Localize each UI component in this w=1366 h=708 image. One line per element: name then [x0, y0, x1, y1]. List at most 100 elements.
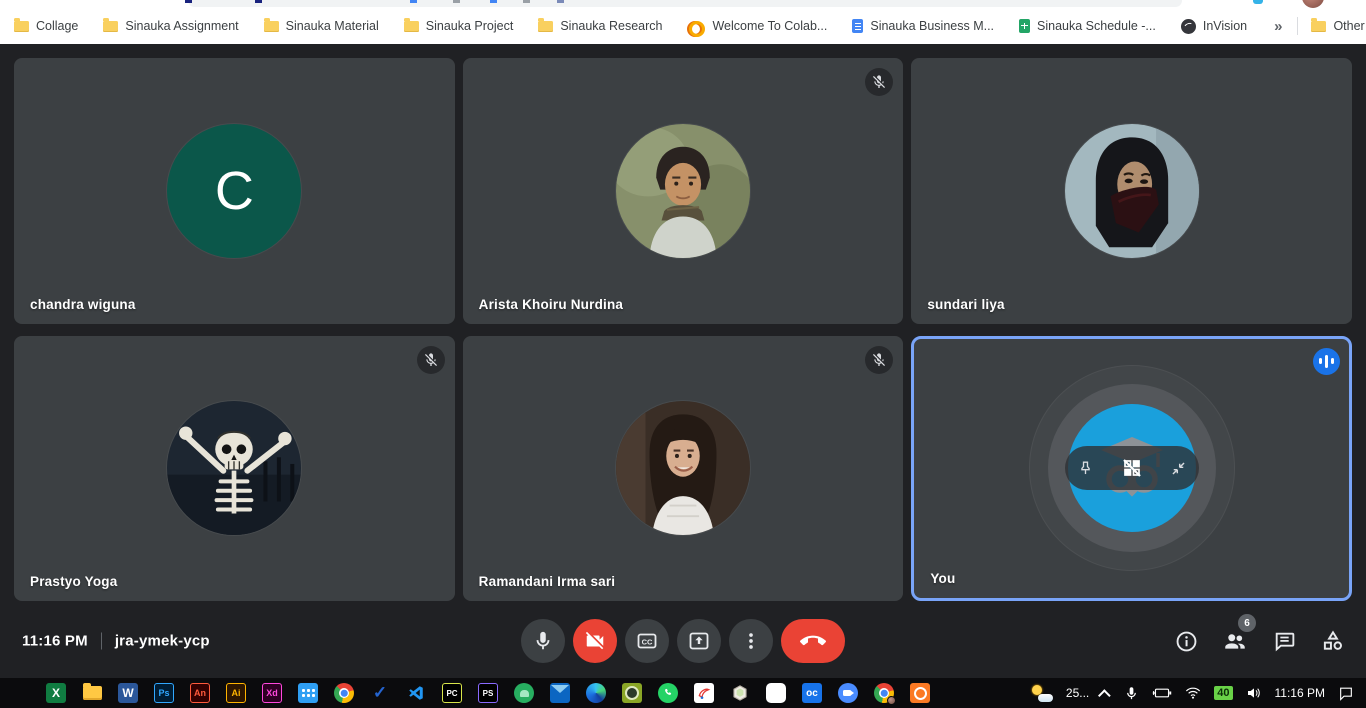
- google-doc-icon: [852, 19, 863, 33]
- battery-percent-badge[interactable]: 40: [1214, 686, 1232, 700]
- bookmark-label: Welcome To Colab...: [712, 19, 827, 33]
- present-button[interactable]: [677, 619, 721, 663]
- hexagon-glyph: [731, 684, 749, 702]
- bookmark-sinauka-research[interactable]: Sinauka Research: [538, 19, 662, 33]
- tray-chevron-up-icon[interactable]: [1098, 689, 1111, 702]
- bookmark-sinauka-material[interactable]: Sinauka Material: [264, 19, 379, 33]
- glyph: X: [52, 686, 60, 700]
- oc-app-icon[interactable]: oc: [802, 683, 822, 703]
- bookmarks-bar: Collage Sinauka Assignment Sinauka Mater…: [0, 8, 1366, 44]
- bookmark-sinauka-business[interactable]: Sinauka Business M...: [852, 19, 994, 33]
- photoshop-icon[interactable]: Ps: [154, 683, 174, 703]
- xampp-icon[interactable]: [910, 683, 930, 703]
- edge-icon[interactable]: [586, 683, 606, 703]
- call-controls: CC: [521, 619, 845, 663]
- initial-avatar: C: [167, 124, 301, 258]
- bookmarks-divider: [1297, 17, 1298, 35]
- start-button-icon[interactable]: [10, 683, 30, 703]
- tile-sundari-liya[interactable]: sundari liya: [911, 58, 1352, 324]
- action-center-icon[interactable]: [1338, 686, 1354, 701]
- microphone-button[interactable]: [521, 619, 565, 663]
- more-options-button[interactable]: [729, 619, 773, 663]
- weather-icon[interactable]: [1031, 685, 1053, 702]
- hexagon-app-icon[interactable]: [730, 683, 750, 703]
- wifi-icon[interactable]: [1185, 686, 1201, 700]
- captions-button[interactable]: CC: [625, 619, 669, 663]
- glyph: W: [122, 686, 133, 700]
- chrome-icon[interactable]: [334, 683, 354, 703]
- meet-control-bar: 11:16 PM jra-ymek-ycp CC: [0, 604, 1366, 678]
- address-bar-bottom-edge: [188, 0, 1182, 7]
- file-explorer-icon[interactable]: [82, 683, 102, 703]
- pin-icon[interactable]: [1076, 459, 1095, 478]
- system-tray: 25... 40 11:16 PM: [1031, 685, 1366, 702]
- hang-up-button[interactable]: [781, 619, 845, 663]
- word-icon[interactable]: W: [118, 683, 138, 703]
- mic-off-icon: [423, 352, 439, 368]
- vscode-icon[interactable]: [406, 683, 426, 703]
- slack-icon[interactable]: [766, 683, 786, 703]
- bookmarks-overflow-chevron-icon[interactable]: »: [1272, 18, 1284, 35]
- photo-avatar: [1065, 124, 1199, 258]
- chat-button[interactable]: [1271, 628, 1297, 654]
- meeting-code: jra-ymek-ycp: [115, 633, 210, 650]
- phpstorm-icon[interactable]: PS: [478, 683, 498, 703]
- tile-prastyo-yoga[interactable]: Prastyo Yoga: [14, 336, 455, 602]
- temperature[interactable]: 25...: [1066, 686, 1089, 700]
- speaker-icon[interactable]: [1246, 686, 1262, 700]
- bookmark-welcome-to-colab[interactable]: Welcome To Colab...: [687, 19, 827, 33]
- chrome-profile-icon[interactable]: [874, 683, 894, 703]
- minimize-icon[interactable]: [1169, 459, 1188, 478]
- chat-icon: [1272, 629, 1297, 654]
- bookmark-invision[interactable]: InVision: [1181, 19, 1247, 34]
- other-bookmarks-button[interactable]: Other bookmarks: [1311, 19, 1366, 33]
- camera-off-button[interactable]: [573, 619, 617, 663]
- browser-avatar[interactable]: [1302, 0, 1324, 8]
- tile-arista-khoiru-nurdina[interactable]: Arista Khoiru Nurdina: [463, 58, 904, 324]
- colab-icon: [687, 21, 705, 32]
- folder-icon: [264, 21, 279, 32]
- camera-app-icon[interactable]: [622, 683, 642, 703]
- browser-chrome-sliver: [0, 0, 1366, 8]
- excel-icon[interactable]: X: [46, 683, 66, 703]
- activities-icon: [1320, 628, 1346, 654]
- draw-app-icon[interactable]: [694, 683, 714, 703]
- schedule-app-icon[interactable]: [298, 683, 318, 703]
- participants-button[interactable]: 6: [1222, 628, 1248, 654]
- tile-actions-pill: [1065, 446, 1199, 490]
- animate-icon[interactable]: An: [190, 683, 210, 703]
- tile-chandra-wiguna[interactable]: C chandra wiguna: [14, 58, 455, 324]
- glyph: ✓: [373, 683, 387, 703]
- tile-ramandani-irma-sari[interactable]: Ramandani Irma sari: [463, 336, 904, 602]
- zoom-app-icon[interactable]: [838, 683, 858, 703]
- audio-playing-badge: [1313, 348, 1340, 375]
- participant-name: Arista Khoiru Nurdina: [479, 297, 623, 312]
- todo-check-icon[interactable]: ✓: [370, 683, 390, 703]
- bookmark-label: Sinauka Research: [560, 19, 662, 33]
- activities-button[interactable]: [1320, 628, 1346, 654]
- mail-icon[interactable]: [550, 683, 570, 703]
- bookmark-sinauka-project[interactable]: Sinauka Project: [404, 19, 514, 33]
- whatsapp-icon[interactable]: [658, 683, 678, 703]
- battery-charging-icon[interactable]: [1152, 686, 1172, 700]
- folder-icon: [103, 21, 118, 32]
- tile-you[interactable]: You: [911, 336, 1352, 602]
- tray-mic-icon[interactable]: [1124, 686, 1139, 701]
- android-emulator-icon[interactable]: [514, 683, 534, 703]
- bookmark-sinauka-schedule[interactable]: Sinauka Schedule -...: [1019, 19, 1156, 33]
- folder-icon: [538, 21, 553, 32]
- adobe-xd-icon[interactable]: Xd: [262, 683, 282, 703]
- other-bookmarks-label: Other bookmarks: [1333, 19, 1366, 33]
- illustrator-icon[interactable]: Ai: [226, 683, 246, 703]
- mic-off-icon: [871, 74, 887, 90]
- tray-clock[interactable]: 11:16 PM: [1275, 686, 1325, 700]
- bookmark-collage[interactable]: Collage: [14, 19, 78, 33]
- meeting-details-button[interactable]: [1173, 628, 1199, 654]
- profile-badge: [887, 696, 896, 705]
- info-icon: [1174, 629, 1199, 654]
- bookmark-label: Sinauka Schedule -...: [1037, 19, 1156, 33]
- photo-woman-smiling: [616, 401, 750, 535]
- remove-from-grid-icon[interactable]: [1120, 456, 1144, 480]
- bookmark-sinauka-assignment[interactable]: Sinauka Assignment: [103, 19, 238, 33]
- pycharm-icon[interactable]: PC: [442, 683, 462, 703]
